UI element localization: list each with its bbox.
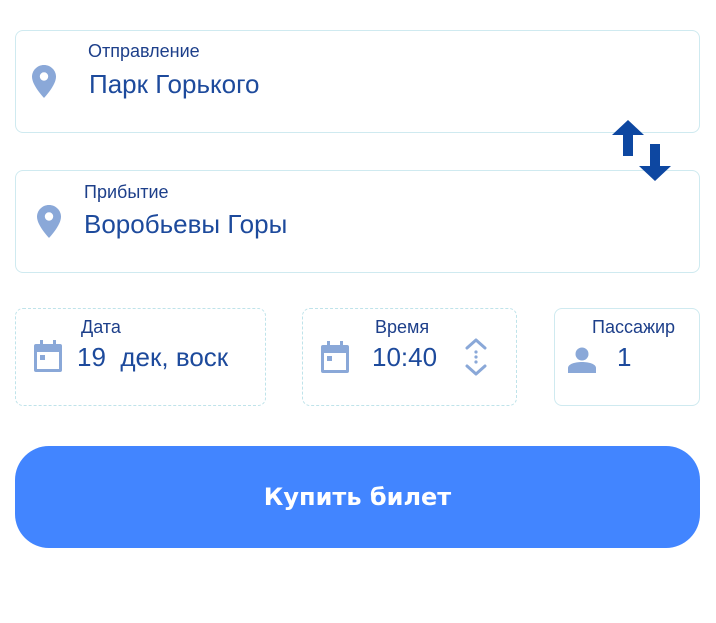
up-down-chevrons-icon[interactable] bbox=[463, 337, 489, 377]
time-field[interactable]: Время 10:40 bbox=[302, 308, 517, 406]
arrival-value[interactable]: Воробьевы Горы bbox=[84, 209, 287, 240]
date-value: 19 дек, воск bbox=[77, 342, 229, 372]
calendar-icon bbox=[34, 340, 62, 372]
departure-field[interactable]: Отправление Парк Горького bbox=[15, 30, 700, 133]
swap-arrows-icon[interactable] bbox=[610, 118, 676, 184]
departure-label: Отправление bbox=[88, 41, 200, 61]
passengers-value: 1 bbox=[617, 342, 632, 372]
map-pin-icon bbox=[37, 205, 61, 238]
time-label: Время bbox=[375, 317, 430, 337]
passengers-label: Пассажир bbox=[592, 317, 676, 337]
date-label: Дата bbox=[81, 317, 121, 337]
map-pin-icon bbox=[32, 65, 56, 98]
arrival-label: Прибытие bbox=[84, 182, 169, 202]
time-value: 10:40 bbox=[372, 342, 438, 372]
date-field[interactable]: Дата 19 дек, воск bbox=[15, 308, 266, 406]
calendar-icon bbox=[321, 341, 349, 373]
person-icon bbox=[568, 347, 596, 373]
arrival-field[interactable]: Прибытие Воробьевы Горы bbox=[15, 170, 700, 273]
passengers-field[interactable]: Пассажир 1 bbox=[554, 308, 700, 406]
departure-value[interactable]: Парк Горького bbox=[89, 69, 260, 100]
buy-ticket-button[interactable]: Купить билет bbox=[15, 446, 700, 548]
